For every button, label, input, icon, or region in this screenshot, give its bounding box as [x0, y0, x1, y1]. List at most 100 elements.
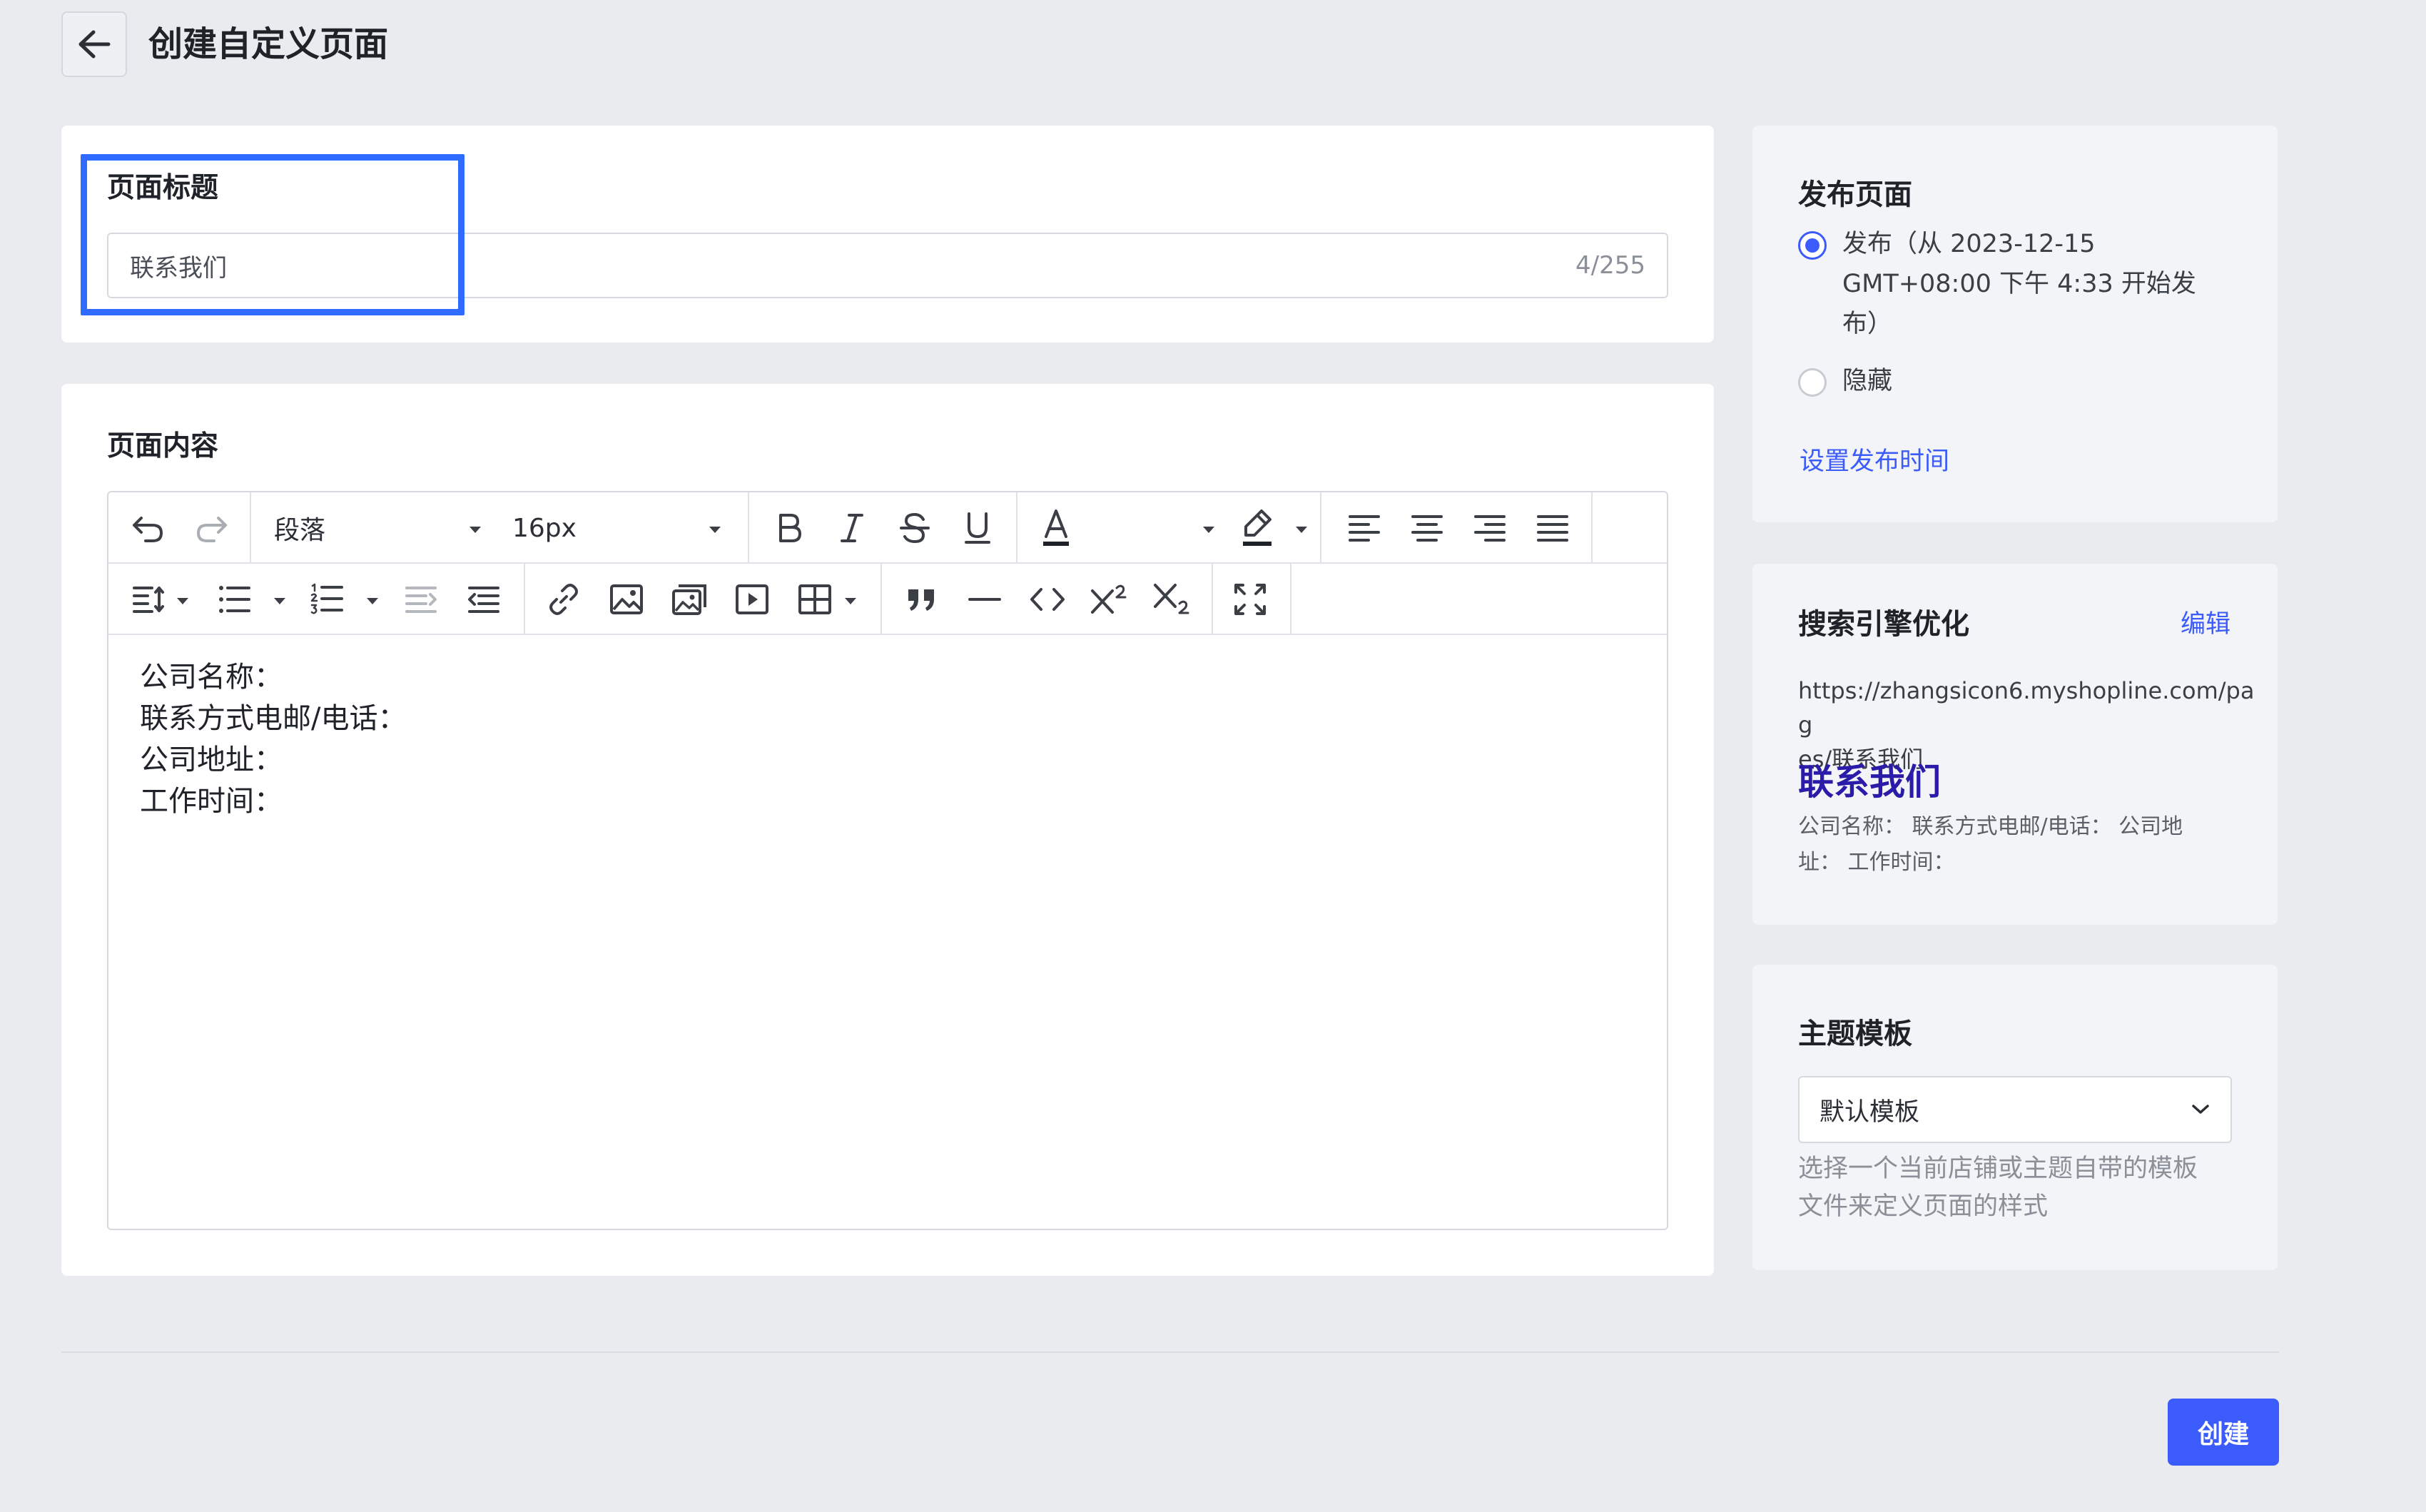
seo-edit-link[interactable]: 编辑	[2181, 604, 2230, 640]
line-height-icon	[133, 587, 164, 613]
italic-button[interactable]	[831, 508, 873, 548]
align-right-icon	[1474, 515, 1506, 542]
highlight-color-button[interactable]	[1236, 508, 1279, 548]
text-color-icon	[1043, 509, 1069, 546]
bullet-list-button[interactable]	[213, 579, 255, 619]
set-publish-time-link[interactable]: 设置发布时间	[1800, 441, 1949, 477]
bold-icon	[779, 514, 801, 542]
theme-hint: 选择一个当前店铺或主题自带的模板 文件来定义页面的样式	[1798, 1150, 2255, 1226]
publish-option-line: 发布（从 2023-12-15	[1842, 230, 2096, 258]
text-color-button[interactable]	[1035, 508, 1077, 548]
seo-desc-line: 公司名称： 联系方式电邮/电话： 公司地	[1798, 814, 2183, 839]
theme-template-select[interactable]: 默认模板	[1798, 1076, 2232, 1143]
theme-template-value: 默认模板	[1820, 1097, 1920, 1127]
highlight-color-caret-icon	[1296, 527, 1307, 533]
font-size-select[interactable]: 16px	[512, 508, 741, 548]
undo-button[interactable]	[127, 508, 170, 548]
image-button[interactable]	[605, 579, 648, 619]
superscript-icon	[1091, 584, 1127, 614]
numbered-list-caret-icon	[367, 598, 378, 604]
editor-line: 公司地址：	[140, 744, 283, 776]
align-center-button[interactable]	[1406, 508, 1448, 548]
rich-text-editor: 段落 16px 公司名称： 联系方式电邮/电话： 公司地址： 工作时间：	[107, 491, 1668, 1230]
page-title: 创建自定义页面	[148, 24, 389, 64]
italic-icon	[841, 514, 863, 542]
subscript-icon	[1154, 584, 1189, 614]
toolbar-row-1: 段落 16px	[108, 492, 1667, 564]
seo-desc-line: 址： 工作时间：	[1798, 850, 1955, 875]
theme-hint-line: 选择一个当前店铺或主题自带的模板	[1798, 1155, 2198, 1183]
align-right-button[interactable]	[1468, 508, 1511, 548]
align-justify-icon	[1537, 515, 1568, 542]
publish-option-label: 发布（从 2023-12-15 GMT+08:00 下午 4:33 开始发 布）	[1842, 224, 2242, 344]
link-button[interactable]	[542, 579, 585, 619]
align-center-icon	[1411, 515, 1443, 542]
align-justify-button[interactable]	[1531, 508, 1574, 548]
font-size-caret-icon	[709, 527, 721, 533]
editor-content[interactable]: 公司名称： 联系方式电邮/电话： 公司地址： 工作时间：	[140, 656, 406, 822]
table-icon	[798, 584, 831, 614]
theme-hint-line: 文件来定义页面的样式	[1798, 1192, 2049, 1221]
table-caret-icon	[845, 598, 856, 604]
redo-button[interactable]	[190, 508, 233, 548]
video-icon	[736, 584, 768, 614]
bullet-list-icon	[219, 586, 250, 613]
line-height-button[interactable]	[127, 579, 170, 619]
strikethrough-icon	[900, 512, 930, 544]
undo-icon	[133, 517, 163, 542]
numbered-list-icon	[310, 583, 343, 614]
horizontal-rule-button[interactable]	[963, 579, 1006, 619]
image-icon	[610, 584, 643, 614]
indent-button[interactable]	[400, 579, 442, 619]
seo-title: 搜索引擎优化	[1798, 608, 1969, 641]
char-counter: 4/255	[1575, 251, 1645, 280]
content-label: 页面内容	[107, 430, 219, 462]
publish-title: 发布页面	[1798, 178, 1912, 211]
font-size-value: 16px	[512, 513, 577, 543]
bullet-list-caret-icon	[274, 598, 285, 604]
create-button[interactable]: 创建	[2168, 1399, 2279, 1466]
hide-option-label: 隐藏	[1842, 367, 1893, 395]
hide-radio[interactable]	[1798, 368, 1827, 397]
arrow-left-icon	[78, 30, 111, 59]
underline-button[interactable]	[956, 508, 999, 548]
superscript-button[interactable]	[1087, 579, 1130, 619]
editor-line: 联系方式电邮/电话：	[140, 702, 407, 735]
chevron-down-icon	[2192, 1105, 2209, 1114]
seo-url-line: https://zhangsicon6.myshopline.com/pag	[1798, 677, 2255, 739]
video-button[interactable]	[731, 579, 773, 619]
redo-icon	[197, 517, 227, 542]
theme-title: 主题模板	[1798, 1018, 1912, 1050]
fullscreen-button[interactable]	[1229, 579, 1272, 619]
align-left-icon	[1349, 515, 1380, 542]
publish-radio[interactable]	[1798, 231, 1827, 260]
fullscreen-icon	[1234, 584, 1266, 615]
outdent-icon	[468, 587, 499, 613]
toolbar-row-2	[108, 564, 1667, 635]
code-button[interactable]	[1026, 579, 1069, 619]
publish-option-line: 布）	[1842, 310, 1893, 338]
line-height-caret-icon	[177, 598, 188, 604]
subscript-button[interactable]	[1150, 579, 1193, 619]
block-format-caret-icon	[470, 527, 481, 533]
text-color-caret-icon	[1203, 527, 1214, 533]
table-button[interactable]	[793, 579, 836, 619]
block-format-select[interactable]: 段落	[274, 508, 502, 548]
quote-icon	[908, 589, 934, 611]
bold-button[interactable]	[768, 508, 811, 548]
underline-icon	[965, 512, 990, 544]
publish-option-line: GMT+08:00 下午 4:33 开始发	[1842, 270, 2196, 298]
horizontal-rule-icon	[968, 598, 1001, 601]
strikethrough-button[interactable]	[893, 508, 936, 548]
align-left-button[interactable]	[1343, 508, 1386, 548]
highlight-box	[81, 154, 465, 315]
seo-description: 公司名称： 联系方式电邮/电话： 公司地 址： 工作时间：	[1798, 809, 2255, 881]
link-icon	[549, 584, 578, 615]
block-format-value: 段落	[274, 516, 326, 545]
back-button[interactable]	[61, 11, 127, 77]
blockquote-button[interactable]	[900, 579, 943, 619]
seo-preview-title: 联系我们	[1798, 761, 1941, 803]
image-gallery-button[interactable]	[668, 579, 711, 619]
numbered-list-button[interactable]	[305, 579, 348, 619]
outdent-button[interactable]	[462, 579, 505, 619]
